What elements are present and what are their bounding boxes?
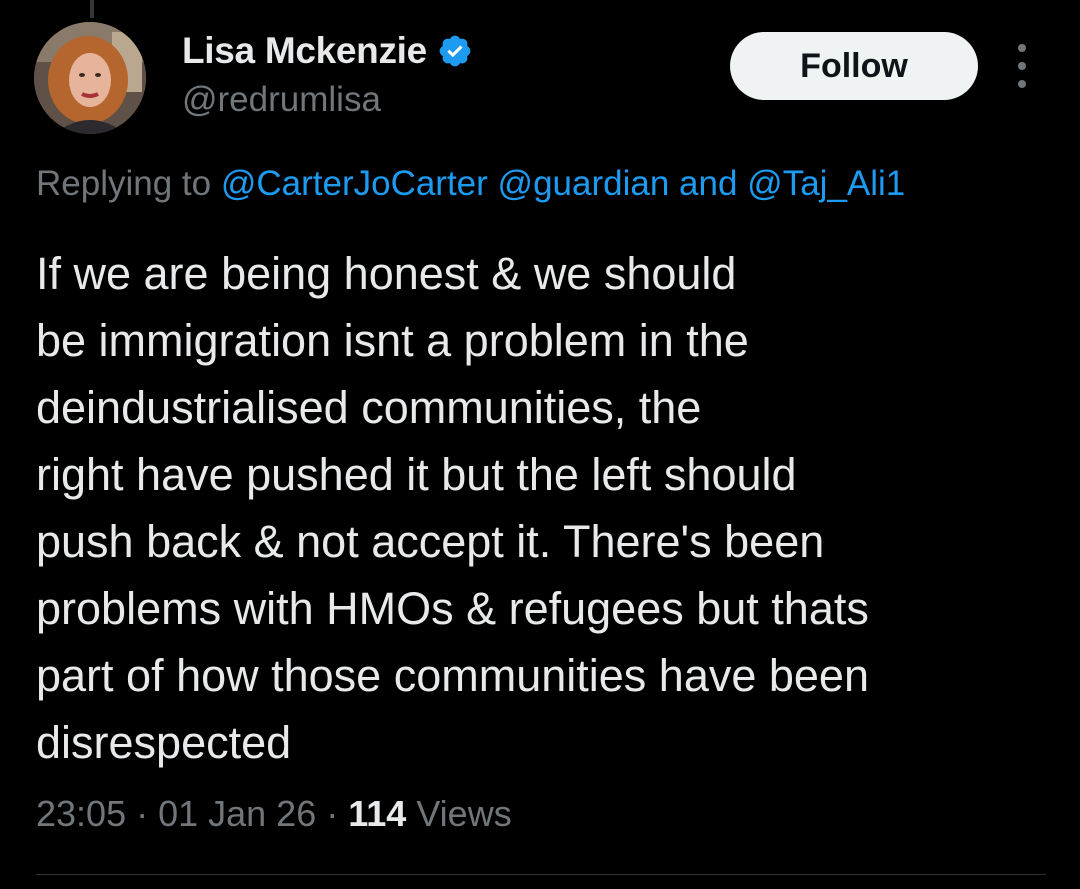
author-handle[interactable]: @redrumlisa [182, 80, 381, 120]
views-label: Views [406, 793, 512, 834]
mention-link[interactable]: @CarterJoCarter [221, 164, 488, 203]
replying-prefix: Replying to [36, 164, 221, 203]
mention-conjunction: and [669, 164, 748, 203]
mention-link[interactable]: @Taj_Ali1 [747, 164, 905, 203]
more-dot [1018, 62, 1026, 70]
author-name-row: Lisa Mckenzie [182, 30, 473, 72]
avatar[interactable] [34, 22, 146, 134]
tweet-text: If we are being honest & we should be im… [36, 240, 1046, 776]
tweet-text-line: deindustrialised communities, the [36, 382, 702, 433]
more-dot [1018, 44, 1026, 52]
tweet-meta: 23:05 · 01 Jan 26 · 114 Views [36, 793, 512, 835]
verified-badge-icon[interactable] [437, 33, 473, 69]
more-dot [1018, 80, 1026, 88]
tweet-text-line: If we are being honest & we should [36, 248, 737, 299]
tweet-text-line: push back & not accept it. There's been [36, 516, 825, 567]
tweet-text-line: disrespected [36, 717, 292, 768]
meta-separator: · [316, 793, 349, 834]
views-count: 114 [348, 793, 407, 834]
tweet-text-line: be immigration isnt a problem in the [36, 315, 749, 366]
more-vertical-icon[interactable] [1010, 44, 1034, 88]
replying-to-line: Replying to @CarterJoCarter @guardian an… [36, 164, 905, 204]
mention-link[interactable]: @guardian [498, 164, 670, 203]
meta-separator: · [126, 793, 159, 834]
tweet-date[interactable]: 01 Jan 26 [158, 793, 316, 834]
tweet-time[interactable]: 23:05 [36, 793, 126, 834]
tweet-text-line: problems with HMOs & refugees but thats [36, 583, 869, 634]
tweet-text-line: right have pushed it but the left should [36, 449, 797, 500]
author-display-name[interactable]: Lisa Mckenzie [182, 30, 427, 72]
thread-connector-line [90, 0, 94, 18]
divider [36, 874, 1046, 875]
profile-photo-icon [34, 22, 146, 134]
tweet-text-line: part of how those communities have been [36, 650, 869, 701]
follow-button[interactable]: Follow [730, 32, 978, 100]
